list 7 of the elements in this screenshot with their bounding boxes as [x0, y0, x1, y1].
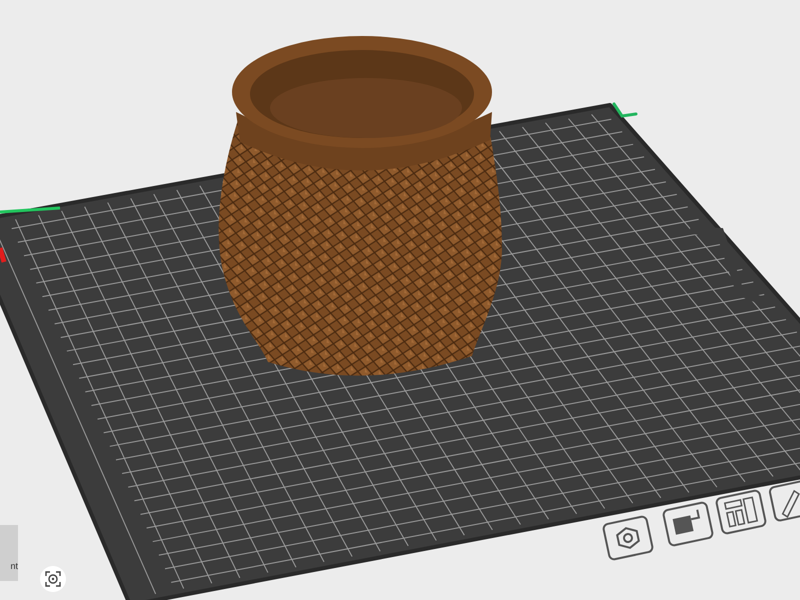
- view-cube-label: nt: [10, 562, 18, 571]
- layout-icon[interactable]: [714, 488, 768, 536]
- camera-reset-icon: [45, 571, 61, 587]
- camera-button[interactable]: [40, 566, 66, 592]
- view-cube[interactable]: nt: [0, 525, 18, 581]
- axis-drawing: [0, 206, 60, 263]
- edit-icon[interactable]: [768, 478, 800, 522]
